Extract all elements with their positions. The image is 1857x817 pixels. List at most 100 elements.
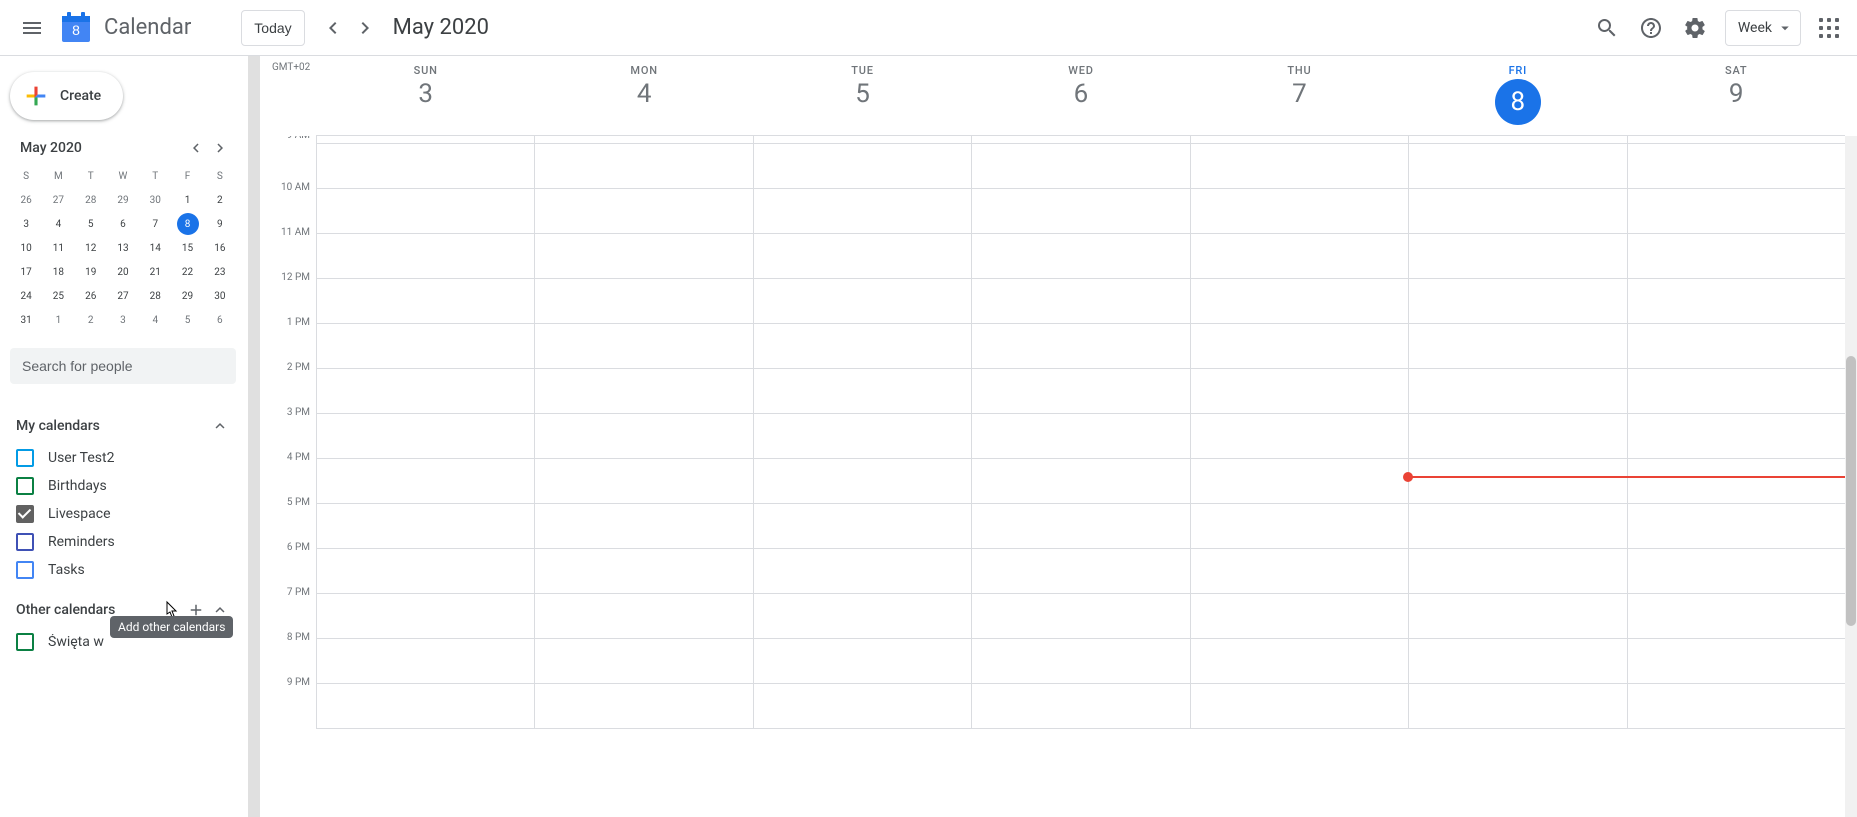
day-header[interactable]: WED6: [971, 56, 1189, 135]
mini-day[interactable]: 5: [171, 308, 203, 332]
calendar-label: Reminders: [48, 534, 115, 550]
day-column[interactable]: [753, 136, 971, 729]
app-logo[interactable]: 8 Calendar: [56, 8, 191, 48]
plus-multicolor-icon: [22, 82, 50, 110]
mini-dow: T: [75, 164, 107, 188]
mini-day[interactable]: 9: [204, 212, 236, 236]
left-scrollbar[interactable]: [248, 56, 260, 817]
mini-day[interactable]: 30: [204, 284, 236, 308]
mini-prev-month[interactable]: [184, 136, 208, 160]
calendar-label: Birthdays: [48, 478, 107, 494]
mini-day[interactable]: 24: [10, 284, 42, 308]
mini-day[interactable]: 18: [42, 260, 74, 284]
my-calendars-toggle[interactable]: My calendars: [10, 408, 236, 444]
calendar-checkbox[interactable]: [16, 477, 34, 495]
mini-day[interactable]: 1: [171, 188, 203, 212]
day-header[interactable]: MON4: [534, 56, 752, 135]
help-icon: [1639, 16, 1663, 40]
mini-day[interactable]: 21: [139, 260, 171, 284]
create-button[interactable]: Create: [10, 72, 123, 120]
mini-day[interactable]: 7: [139, 212, 171, 236]
day-header[interactable]: SAT9: [1627, 56, 1845, 135]
my-calendars-section: My calendars User Test2 Birthdays Livespac…: [10, 408, 236, 584]
calendar-checkbox[interactable]: [16, 533, 34, 551]
mini-day[interactable]: 29: [107, 188, 139, 212]
day-column[interactable]: [534, 136, 752, 729]
mini-day[interactable]: 15: [171, 236, 203, 260]
mini-day[interactable]: 3: [10, 212, 42, 236]
mini-day[interactable]: 31: [10, 308, 42, 332]
search-button[interactable]: [1587, 8, 1627, 48]
calendar-checkbox[interactable]: [16, 561, 34, 579]
mini-day[interactable]: 11: [42, 236, 74, 260]
right-scrollbar[interactable]: [1845, 136, 1857, 817]
settings-button[interactable]: [1675, 8, 1715, 48]
calendar-checkbox[interactable]: [16, 633, 34, 651]
mini-calendar-header: May 2020: [10, 136, 236, 164]
main-menu-button[interactable]: [8, 4, 56, 52]
mini-day[interactable]: 13: [107, 236, 139, 260]
day-header[interactable]: SUN3: [316, 56, 534, 135]
mini-day[interactable]: 17: [10, 260, 42, 284]
view-switcher-label: Week: [1738, 20, 1772, 36]
my-calendars-title: My calendars: [16, 418, 208, 434]
mini-day[interactable]: 2: [204, 188, 236, 212]
mini-day[interactable]: 4: [42, 212, 74, 236]
mini-day[interactable]: 14: [139, 236, 171, 260]
calendar-item[interactable]: Reminders: [10, 528, 236, 556]
mini-day[interactable]: 16: [204, 236, 236, 260]
mini-day[interactable]: 2: [75, 308, 107, 332]
day-column[interactable]: [971, 136, 1189, 729]
mini-day[interactable]: 26: [10, 188, 42, 212]
mini-day[interactable]: 20: [107, 260, 139, 284]
mini-calendar[interactable]: SMTWTFS 26272829301234567891011121314151…: [10, 164, 236, 332]
mini-day[interactable]: 10: [10, 236, 42, 260]
mini-day[interactable]: 12: [75, 236, 107, 260]
prev-period-button[interactable]: [317, 12, 349, 44]
days-grid[interactable]: [316, 136, 1845, 729]
mini-day[interactable]: 6: [107, 212, 139, 236]
mini-day[interactable]: 30: [139, 188, 171, 212]
mini-day[interactable]: 28: [75, 188, 107, 212]
day-column[interactable]: [316, 136, 534, 729]
today-button[interactable]: Today: [241, 10, 304, 46]
day-column[interactable]: [1190, 136, 1408, 729]
mini-next-month[interactable]: [208, 136, 232, 160]
day-header[interactable]: THU7: [1190, 56, 1408, 135]
chevron-up-icon: [208, 414, 232, 438]
mini-day[interactable]: 1: [42, 308, 74, 332]
day-column[interactable]: [1408, 136, 1626, 729]
next-period-button[interactable]: [349, 12, 381, 44]
time-grid-scroll[interactable]: 9 AM10 AM11 AM12 PM1 PM2 PM3 PM4 PM5 PM6…: [260, 136, 1845, 817]
calendar-item[interactable]: Birthdays: [10, 472, 236, 500]
support-button[interactable]: [1631, 8, 1671, 48]
mini-day[interactable]: 27: [107, 284, 139, 308]
mini-day[interactable]: 6: [204, 308, 236, 332]
mini-day[interactable]: 19: [75, 260, 107, 284]
day-header[interactable]: TUE5: [753, 56, 971, 135]
google-apps-button[interactable]: [1809, 8, 1849, 48]
mini-day[interactable]: 8: [171, 212, 203, 236]
mini-day[interactable]: 29: [171, 284, 203, 308]
mini-day[interactable]: 28: [139, 284, 171, 308]
mini-day[interactable]: 5: [75, 212, 107, 236]
day-header[interactable]: FRI8: [1408, 56, 1626, 135]
mini-day[interactable]: 3: [107, 308, 139, 332]
mini-day[interactable]: 26: [75, 284, 107, 308]
calendar-item[interactable]: Tasks: [10, 556, 236, 584]
other-calendars-section: Other calendars Święta w Add other calen…: [10, 592, 236, 656]
mini-day[interactable]: 25: [42, 284, 74, 308]
day-column[interactable]: [1627, 136, 1845, 729]
mini-day[interactable]: 22: [171, 260, 203, 284]
mini-dow: F: [171, 164, 203, 188]
hour-label: 4 PM: [287, 452, 310, 463]
mini-day[interactable]: 4: [139, 308, 171, 332]
calendar-item[interactable]: Livespace: [10, 500, 236, 528]
calendar-checkbox[interactable]: [16, 449, 34, 467]
mini-day[interactable]: 23: [204, 260, 236, 284]
mini-day[interactable]: 27: [42, 188, 74, 212]
search-people-input[interactable]: [10, 348, 236, 384]
calendar-item[interactable]: User Test2: [10, 444, 236, 472]
view-switcher[interactable]: Week: [1725, 10, 1801, 46]
calendar-checkbox[interactable]: [16, 505, 34, 523]
